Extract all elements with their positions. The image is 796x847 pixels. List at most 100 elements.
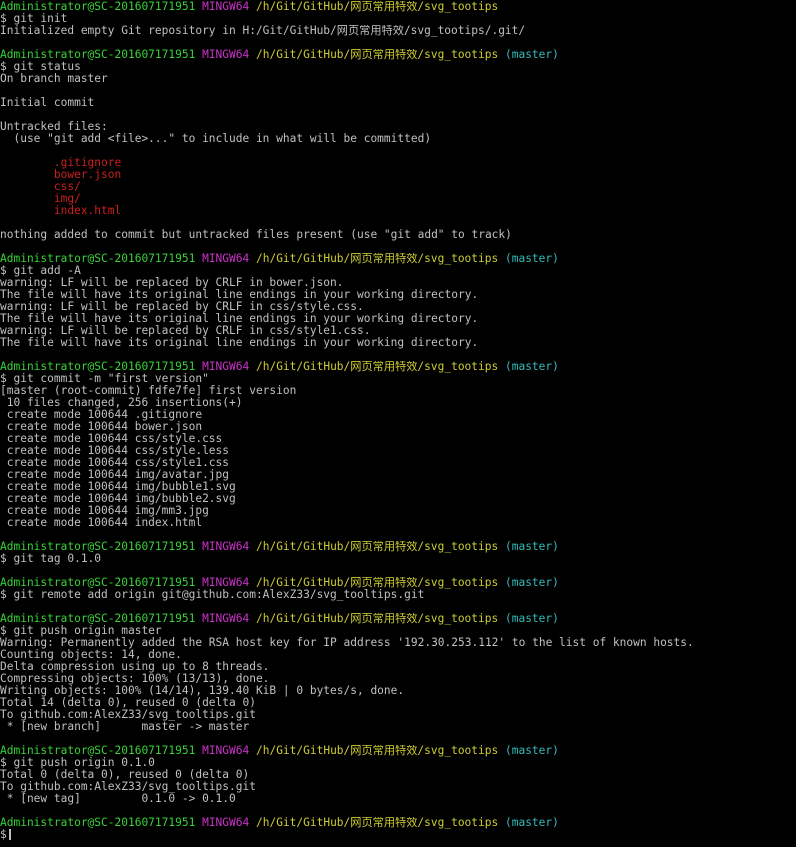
output-line: Delta compression using up to 8 threads. <box>0 661 796 673</box>
output-text: Compressing objects: 100% (13/13), done. <box>0 673 270 685</box>
command-line: $ git remote add origin git@github.com:A… <box>0 589 796 601</box>
untracked-file-name: bower.json <box>0 169 122 181</box>
output-line: Counting objects: 14, done. <box>0 649 796 661</box>
output-text: [master (root-commit) fdfe7fe] first ver… <box>0 385 297 397</box>
untracked-file-line: bower.json <box>0 169 796 181</box>
prompt-host: MINGW64 <box>202 817 250 829</box>
output-line: 10 files changed, 256 insertions(+) <box>0 397 796 409</box>
prompt-path: /h/Git/GitHub/网页常用特效/svg_tootips <box>255 745 499 757</box>
output-line: (use "git add <file>..." to include in w… <box>0 133 796 145</box>
output-line: nothing added to commit but untracked fi… <box>0 229 796 241</box>
untracked-file-line: .gitignore <box>0 157 796 169</box>
output-line: Compressing objects: 100% (13/13), done. <box>0 673 796 685</box>
prompt-line: Administrator@SC-201607171951 MINGW64 /h… <box>0 541 796 553</box>
output-text: Delta compression using up to 8 threads. <box>0 661 270 673</box>
output-text: To github.com:AlexZ33/svg_tooltips.git <box>0 781 256 793</box>
output-text: On branch master <box>0 73 108 85</box>
output-text: Initialized empty Git repository in H:/G… <box>0 25 526 37</box>
output-text: (use "git add <file>..." to include in w… <box>0 133 432 145</box>
command-text: $ git push origin 0.1.0 <box>0 757 155 769</box>
output-line: The file will have its original line end… <box>0 289 796 301</box>
prompt-host: MINGW64 <box>202 253 250 265</box>
terminal-window[interactable]: Administrator@SC-201607171951 MINGW64 /h… <box>0 0 796 847</box>
output-line: On branch master <box>0 73 796 85</box>
output-text: create mode 100644 index.html <box>0 517 203 529</box>
prompt-host: MINGW64 <box>202 577 250 589</box>
prompt-user: Administrator@SC-201607171951 <box>0 817 196 829</box>
output-text: create mode 100644 img/bubble2.svg <box>0 493 236 505</box>
untracked-file-line: img/ <box>0 193 796 205</box>
prompt-path: /h/Git/GitHub/网页常用特效/svg_tootips <box>255 541 499 553</box>
prompt-branch: (master) <box>504 541 559 553</box>
output-text: * [new branch] master -> master <box>0 721 250 733</box>
output-text: 10 files changed, 256 insertions(+) <box>0 397 243 409</box>
command-line: $ git status <box>0 61 796 73</box>
prompt-host: MINGW64 <box>202 361 250 373</box>
untracked-file-name: img/ <box>0 193 81 205</box>
output-text: nothing added to commit but untracked fi… <box>0 229 512 241</box>
output-text: Writing objects: 100% (14/14), 139.40 Ki… <box>0 685 405 697</box>
output-line: Initial commit <box>0 97 796 109</box>
command-text: $ git remote add origin git@github.com:A… <box>0 589 425 601</box>
text-cursor <box>8 829 11 840</box>
command-text: $ git add -A <box>0 265 81 277</box>
output-line: * [new branch] master -> master <box>0 721 796 733</box>
command-line: $ git init <box>0 13 796 25</box>
output-line: create mode 100644 .gitignore <box>0 409 796 421</box>
command-line: $ git push origin master <box>0 625 796 637</box>
output-line: Untracked files: <box>0 121 796 133</box>
prompt-path: /h/Git/GitHub/网页常用特效/svg_tootips <box>255 817 499 829</box>
output-text: create mode 100644 .gitignore <box>0 409 203 421</box>
prompt-branch: (master) <box>504 49 559 61</box>
output-line: create mode 100644 img/bubble1.svg <box>0 481 796 493</box>
untracked-file-line: index.html <box>0 205 796 217</box>
output-text: create mode 100644 css/style.less <box>0 445 230 457</box>
input-line[interactable]: $ <box>0 829 796 841</box>
output-line: Total 14 (delta 0), reused 0 (delta 0) <box>0 697 796 709</box>
prompt-path: /h/Git/GitHub/网页常用特效/svg_tootips <box>255 361 499 373</box>
prompt-line: Administrator@SC-201607171951 MINGW64 /h… <box>0 253 796 265</box>
output-text: Total 14 (delta 0), reused 0 (delta 0) <box>0 697 256 709</box>
output-text: Initial commit <box>0 97 95 109</box>
prompt-branch: (master) <box>504 745 559 757</box>
command-line: $ git add -A <box>0 265 796 277</box>
prompt-line: Administrator@SC-201607171951 MINGW64 /h… <box>0 817 796 829</box>
output-text: Warning: Permanently added the RSA host … <box>0 637 694 649</box>
prompt-branch: (master) <box>504 817 559 829</box>
prompt-host: MINGW64 <box>202 1 250 13</box>
prompt-user: Administrator@SC-201607171951 <box>0 361 196 373</box>
prompt-line: Administrator@SC-201607171951 MINGW64 /h… <box>0 49 796 61</box>
prompt-user: Administrator@SC-201607171951 <box>0 613 196 625</box>
output-text: The file will have its original line end… <box>0 289 479 301</box>
prompt-line: Administrator@SC-201607171951 MINGW64 /h… <box>0 613 796 625</box>
output-text: Total 0 (delta 0), reused 0 (delta 0) <box>0 769 250 781</box>
output-line: To github.com:AlexZ33/svg_tooltips.git <box>0 709 796 721</box>
prompt-host: MINGW64 <box>202 541 250 553</box>
output-line: create mode 100644 css/style1.css <box>0 457 796 469</box>
output-line: warning: LF will be replaced by CRLF in … <box>0 301 796 313</box>
output-line: create mode 100644 css/style.less <box>0 445 796 457</box>
command-line: $ git push origin 0.1.0 <box>0 757 796 769</box>
prompt-branch: (master) <box>504 613 559 625</box>
prompt-host: MINGW64 <box>202 613 250 625</box>
prompt-user: Administrator@SC-201607171951 <box>0 49 196 61</box>
output-line: Writing objects: 100% (14/14), 139.40 Ki… <box>0 685 796 697</box>
output-text: create mode 100644 css/style1.css <box>0 457 230 469</box>
prompt-line: Administrator@SC-201607171951 MINGW64 /h… <box>0 361 796 373</box>
output-line: create mode 100644 img/avatar.jpg <box>0 469 796 481</box>
prompt-path: /h/Git/GitHub/网页常用特效/svg_tootips <box>255 49 499 61</box>
prompt-line: Administrator@SC-201607171951 MINGW64 /h… <box>0 577 796 589</box>
output-line: create mode 100644 bower.json <box>0 421 796 433</box>
output-text: The file will have its original line end… <box>0 337 479 349</box>
command-line: $ git commit -m "first version" <box>0 373 796 385</box>
untracked-file-name: index.html <box>0 205 122 217</box>
prompt-user: Administrator@SC-201607171951 <box>0 1 196 13</box>
command-text: $ git push origin master <box>0 625 162 637</box>
